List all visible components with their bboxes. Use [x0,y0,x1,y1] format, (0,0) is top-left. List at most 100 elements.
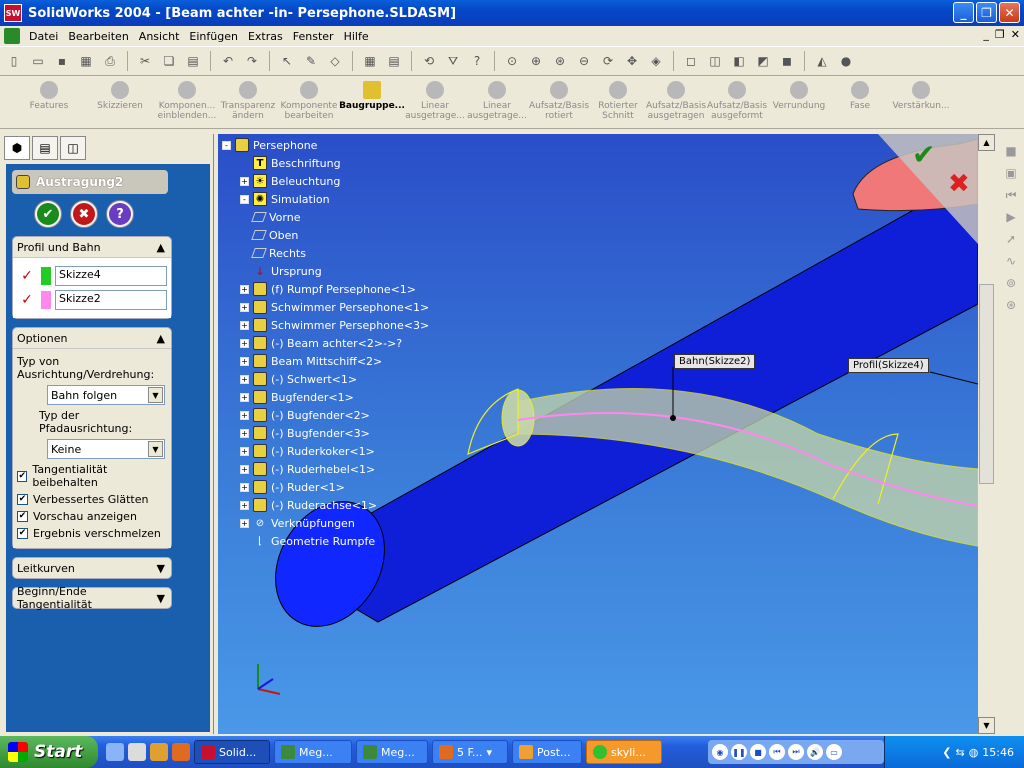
record-icon[interactable]: ▣ [1004,166,1018,180]
tangency-group[interactable]: Beginn/Ende Tangentialität ▼ [12,585,172,611]
shaded-edges-icon[interactable]: ◩ [753,51,773,71]
tree-node-sketch[interactable]: ⌊ Geometrie Rumpfe [222,532,429,550]
firefox-icon[interactable] [172,743,190,761]
cancel-button[interactable]: ✖ [70,200,98,228]
path-callout[interactable]: Bahn(Skizze2) [674,354,756,369]
zoom-fit-icon[interactable]: ⊙ [502,51,522,71]
profile-callout[interactable]: Profil(Skizze4) [848,358,929,373]
profile-path-header[interactable]: Profil und Bahn ▲ [13,237,171,257]
open-icon[interactable]: ▭ [28,51,48,71]
smart-dimension-icon[interactable]: ◇ [325,51,345,71]
checkbox-smoothing-row[interactable]: ✔ Verbessertes Glätten [17,493,167,506]
vertical-scrollbar[interactable]: ▲ ▼ [978,134,996,734]
expand-toggle[interactable]: + [240,302,249,312]
tree-node-component[interactable]: + Beam Mittschiff<2> [222,352,429,370]
tree-node-simulation[interactable]: - ✺ Simulation [222,190,429,208]
task-post[interactable]: Post... [512,740,582,764]
hidden-removed-icon[interactable]: ◧ [729,51,749,71]
expand-toggle[interactable]: + [240,356,249,366]
confirm-ok-icon[interactable]: ✔ [912,138,935,171]
cmd-show-components[interactable]: Komponen... einblenden... [156,77,218,121]
collapse-toggle[interactable]: - [240,194,249,204]
guide-curves-group[interactable]: Leitkurven ▼ [12,557,172,579]
volume-icon[interactable]: 🔊 [807,744,823,760]
smoothing-checkbox[interactable]: ✔ [17,494,28,505]
notepad-icon[interactable] [128,743,146,761]
tree-node-component[interactable]: + (-) Schwert<1> [222,370,429,388]
stop-icon[interactable]: ■ [1004,144,1018,158]
checkbox-merge-row[interactable]: ✔ Ergebnis verschmelzen [17,527,167,540]
scroll-thumb[interactable] [979,284,994,484]
next-icon[interactable]: ⏭ [788,744,804,760]
tree-node-mates[interactable]: + ⊘ Verknüpfungen [222,514,429,532]
task-meg-1[interactable]: Meg... [274,740,352,764]
scroll-down-icon[interactable]: ▼ [978,717,995,734]
sketch-icon[interactable]: ✎ [301,51,321,71]
tree-node-front-plane[interactable]: Vorne [222,208,429,226]
help-icon[interactable]: ? [467,51,487,71]
solidworks-app-icon[interactable]: SW [4,4,22,22]
save-icon[interactable]: ▪ [52,51,72,71]
chevron-down-icon[interactable]: ▼ [148,387,163,403]
appearance-icon[interactable]: ● [836,51,856,71]
cmd-rib[interactable]: Verstärkun... [890,77,952,111]
profile-selection-box[interactable]: Skizze4 [55,266,167,286]
tree-node-component[interactable]: + (-) Ruderhebel<1> [222,460,429,478]
cmd-revolve-boss[interactable]: Aufsatz/Basis rotiert [528,77,590,121]
doc-minimize-button[interactable]: _ [983,28,989,41]
cmd-loft-boss[interactable]: Aufsatz/Basis ausgeformt [706,77,768,121]
tree-node-right-plane[interactable]: Rechts [222,244,429,262]
tree-node-component[interactable]: + Schwimmer Persephone<1> [222,298,429,316]
task-solidworks[interactable]: Solid... [194,740,270,764]
show-desktop-icon[interactable] [106,743,124,761]
clock[interactable]: 15:46 [982,746,1014,759]
orientation-dropdown[interactable]: Bahn folgen ▼ [47,385,165,405]
expand-icon[interactable]: ▼ [157,562,165,575]
cmd-assembly[interactable]: Baugruppe... [339,77,405,111]
select-icon[interactable]: ↖ [277,51,297,71]
menu-fenster[interactable]: Fenster [288,30,339,43]
play-icon[interactable]: ▶ [1004,210,1018,224]
merge-checkbox[interactable]: ✔ [17,528,28,539]
media-player-icon[interactable] [150,743,168,761]
tree-node-lighting[interactable]: + ☀ Beleuchtung [222,172,429,190]
print-icon[interactable]: ⎙ [100,51,120,71]
confirm-cancel-icon[interactable]: ✖ [948,169,970,199]
tree-node-component[interactable]: + Schwimmer Persephone<3> [222,316,429,334]
gravity-icon[interactable]: ⊛ [1004,298,1018,312]
cut-icon[interactable]: ✂ [135,51,155,71]
expand-toggle[interactable]: + [240,428,249,438]
stop-icon[interactable]: ■ [750,744,766,760]
cmd-chamfer[interactable]: Fase [830,77,890,111]
zoom-in-icon[interactable]: ⊕ [526,51,546,71]
section-view-icon[interactable]: ◭ [812,51,832,71]
network-icon[interactable]: ⇆ [955,746,964,759]
propertymanager-tab-icon[interactable]: ▤ [32,136,58,160]
zoom-area-icon[interactable]: ⊛ [550,51,570,71]
task-meg-2[interactable]: Meg... [356,740,428,764]
cmd-sweep-boss[interactable]: Aufsatz/Basis ausgetragen [646,77,706,121]
tree-node-component[interactable]: + (-) Ruderkoker<1> [222,442,429,460]
document-icon[interactable] [4,28,20,44]
motor-icon[interactable]: ⊚ [1004,276,1018,290]
doc-restore-button[interactable]: ❐ [995,28,1005,41]
start-button[interactable]: Start [0,736,98,768]
tree-node-component[interactable]: + (-) Bugfender<3> [222,424,429,442]
tree-node-component[interactable]: + (-) Beam achter<2>->? [222,334,429,352]
expand-toggle[interactable]: + [240,338,249,348]
expand-icon[interactable]: ▼ [157,592,165,605]
pause-icon[interactable]: ❚❚ [731,744,747,760]
spring-icon[interactable]: ∿ [1004,254,1018,268]
tree-node-origin[interactable]: ↓ Ursprung [222,262,429,280]
menu-bearbeiten[interactable]: Bearbeiten [63,30,133,43]
rebuild-icon[interactable]: ⟲ [419,51,439,71]
tray-arrow-icon[interactable]: ❮ [942,746,951,759]
tree-node-top-plane[interactable]: Oben [222,226,429,244]
mini-player-icon[interactable]: ▭ [826,744,842,760]
minimize-button[interactable]: _ [953,2,974,23]
expand-toggle[interactable]: + [240,482,249,492]
table-icon[interactable]: ▤ [384,51,404,71]
filter-icon[interactable]: ⛛ [443,51,463,71]
undo-icon[interactable]: ↶ [218,51,238,71]
tree-node-component[interactable]: + (-) Bugfender<2> [222,406,429,424]
